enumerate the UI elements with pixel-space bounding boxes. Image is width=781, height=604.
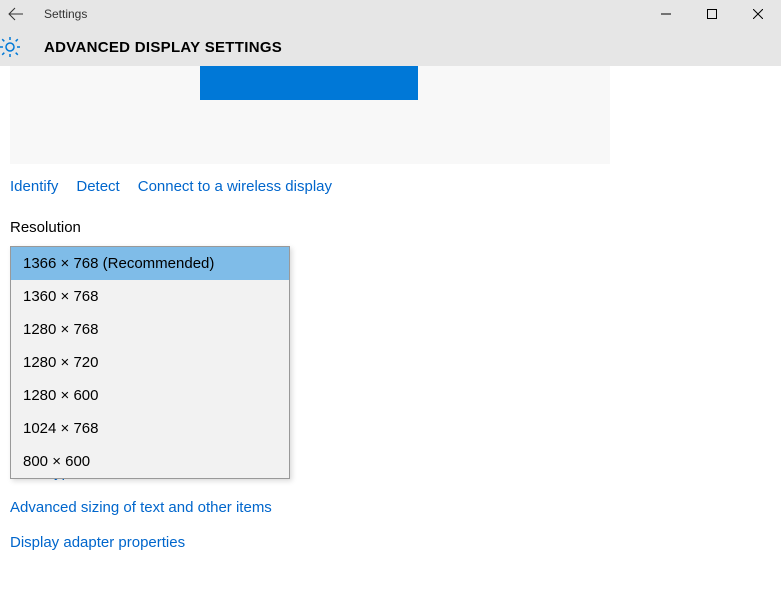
window-controls (643, 0, 781, 28)
display-adapter-link[interactable]: Display adapter properties (10, 534, 272, 551)
back-button[interactable] (0, 0, 32, 28)
resolution-option[interactable]: 1024 × 768 (11, 412, 289, 445)
resolution-option[interactable]: 800 × 600 (11, 445, 289, 478)
display-actions: Identify Detect Connect to a wireless di… (10, 178, 771, 195)
resolution-option[interactable]: 1366 × 768 (Recommended) (11, 247, 289, 280)
back-arrow-icon (8, 6, 24, 22)
resolution-dropdown[interactable]: 1366 × 768 (Recommended) 1360 × 768 1280… (10, 246, 290, 479)
content-area: Identify Detect Connect to a wireless di… (0, 66, 781, 479)
advanced-sizing-link[interactable]: Advanced sizing of text and other items (10, 499, 272, 516)
close-button[interactable] (735, 0, 781, 28)
display-preview (10, 66, 610, 164)
selected-monitor[interactable] (200, 66, 418, 100)
window-title: Settings (32, 7, 87, 21)
maximize-button[interactable] (689, 0, 735, 28)
close-icon (753, 9, 763, 19)
settings-gear-icon (0, 33, 24, 61)
titlebar: Settings (0, 0, 781, 28)
resolution-option[interactable]: 1280 × 720 (11, 346, 289, 379)
page-title: ADVANCED DISPLAY SETTINGS (24, 39, 282, 56)
resolution-option[interactable]: 1280 × 600 (11, 379, 289, 412)
maximize-icon (707, 9, 717, 19)
page-header: ADVANCED DISPLAY SETTINGS (0, 28, 781, 66)
minimize-button[interactable] (643, 0, 689, 28)
resolution-option[interactable]: 1360 × 768 (11, 280, 289, 313)
minimize-icon (661, 9, 671, 19)
resolution-option[interactable]: 1280 × 768 (11, 313, 289, 346)
resolution-label: Resolution (10, 219, 771, 236)
detect-link[interactable]: Detect (76, 178, 119, 195)
identify-link[interactable]: Identify (10, 178, 58, 195)
connect-wireless-link[interactable]: Connect to a wireless display (138, 178, 332, 195)
